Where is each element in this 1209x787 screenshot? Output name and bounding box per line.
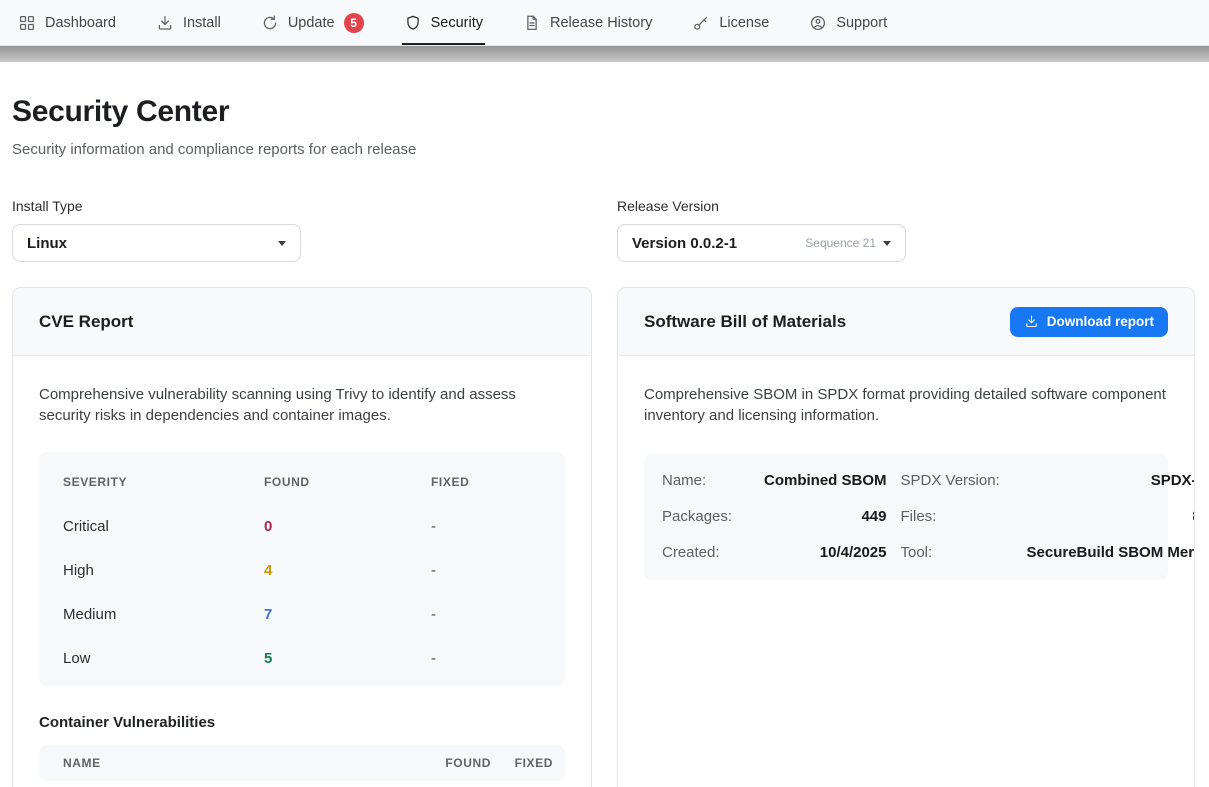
download-icon [1024, 314, 1039, 329]
fixed-count: - [431, 518, 541, 535]
release-version-select[interactable]: Version 0.0.2-1 Sequence 21 [617, 224, 906, 262]
download-report-button[interactable]: Download report [1010, 307, 1168, 337]
found-count: 4 [264, 562, 431, 579]
found-count: 0 [264, 518, 431, 535]
nav-item-dashboard[interactable]: Dashboard [18, 0, 116, 45]
sbom-info-value: Combined SBOM [764, 463, 887, 499]
sbom-title: Software Bill of Materials [644, 312, 846, 332]
nav-label: License [719, 15, 769, 31]
install-type-select[interactable]: Linux [12, 224, 301, 262]
table-row: Low 5 - [39, 636, 565, 680]
nav-item-support[interactable]: Support [809, 0, 887, 45]
severity-col-header: Severity [63, 475, 264, 489]
sbom-info-label: Created: [662, 535, 750, 571]
severity-table: Severity Found Fixed Critical 0 - High 4… [39, 452, 565, 686]
fixed-count: - [431, 562, 541, 579]
sbom-info-label: Tool: [901, 535, 1013, 571]
sbom-info-label: Files: [901, 499, 1013, 535]
document-icon [523, 14, 541, 32]
table-row: High 4 - [39, 548, 565, 592]
nav-item-update[interactable]: Update 5 [261, 0, 364, 45]
dashboard-grid-icon [18, 14, 36, 32]
sbom-info-label: Name: [662, 463, 750, 499]
found-count: 7 [264, 606, 431, 623]
sequence-hint: Sequence 21 [805, 236, 876, 250]
top-navbar: Dashboard Install Update 5 Security Rele… [0, 0, 1209, 46]
severity-table-header: Severity Found Fixed [39, 452, 565, 504]
nav-item-install[interactable]: Install [156, 0, 221, 45]
sbom-card: Software Bill of Materials Download repo… [617, 287, 1195, 787]
nav-item-release-history[interactable]: Release History [523, 0, 652, 45]
sbom-info-label: SPDX Version: [901, 463, 1013, 499]
container-vulnerabilities-title: Container Vulnerabilities [39, 714, 565, 731]
nav-label: Update [288, 15, 335, 31]
table-row: Medium 7 - [39, 592, 565, 636]
found-col-header: Found [264, 475, 431, 489]
install-type-value: Linux [27, 235, 67, 252]
sbom-info-value: SecureBuild SBOM Merger [1027, 535, 1196, 571]
sbom-info-value: 870 [1027, 499, 1196, 535]
container-vulnerabilities-header: Name Found Fixed [39, 745, 565, 781]
scroll-shadow-band [0, 46, 1209, 62]
install-type-label: Install Type [12, 198, 592, 214]
fixed-col-header: Fixed [431, 475, 541, 489]
fixed-col-header: Fixed [491, 756, 553, 770]
page-title: Security Center [12, 95, 1195, 129]
sbom-info-value: SPDX-2.3 [1027, 463, 1196, 499]
release-version-label: Release Version [617, 198, 1195, 214]
nav-label: Release History [550, 15, 652, 31]
nav-label: Security [431, 15, 483, 31]
download-icon [156, 14, 174, 32]
fixed-count: - [431, 650, 541, 667]
cve-report-description: Comprehensive vulnerability scanning usi… [39, 384, 565, 426]
severity-label: Low [63, 650, 264, 667]
chevron-down-icon [278, 241, 286, 246]
sbom-description: Comprehensive SBOM in SPDX format provid… [644, 384, 1168, 426]
sbom-info-label: Packages: [662, 499, 750, 535]
shield-icon [404, 14, 422, 32]
found-col-header: Found [401, 756, 491, 770]
severity-label: Critical [63, 518, 264, 535]
chevron-down-icon [883, 241, 891, 246]
nav-item-security[interactable]: Security [404, 0, 483, 45]
page-subtitle: Security information and compliance repo… [12, 141, 1195, 158]
nav-item-license[interactable]: License [692, 0, 769, 45]
nav-label: Install [183, 15, 221, 31]
table-row: Critical 0 - [39, 504, 565, 548]
nav-label: Dashboard [45, 15, 116, 31]
release-version-value: Version 0.0.2-1 [632, 235, 737, 252]
sbom-info-value: 449 [764, 499, 887, 535]
cve-report-title: CVE Report [39, 312, 133, 332]
update-count-badge: 5 [344, 13, 364, 33]
sbom-info-grid: Name: Combined SBOM SPDX Version: SPDX-2… [644, 454, 1168, 580]
name-col-header: Name [63, 756, 401, 770]
filters-row: Install Type Linux Release Version Versi… [12, 198, 1195, 262]
severity-label: Medium [63, 606, 264, 623]
download-report-label: Download report [1047, 314, 1154, 329]
nav-label: Support [836, 15, 887, 31]
severity-label: High [63, 562, 264, 579]
refresh-icon [261, 14, 279, 32]
key-icon [692, 14, 710, 32]
found-count: 5 [264, 650, 431, 667]
fixed-count: - [431, 606, 541, 623]
cve-report-card: CVE Report Comprehensive vulnerability s… [12, 287, 592, 787]
support-icon [809, 14, 827, 32]
sbom-info-value: 10/4/2025 [764, 535, 887, 571]
